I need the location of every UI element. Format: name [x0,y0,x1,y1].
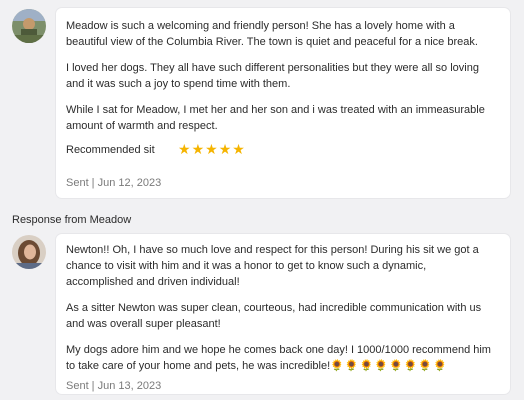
recommended-label: Recommended sit [66,144,155,156]
star-rating: ★★★★★ [178,141,246,159]
response-heading: Response from Meadow [12,214,132,226]
review-paragraph: I loved her dogs. They all have such dif… [66,62,479,90]
sunflower-emoji-row: 🌻🌻🌻🌻🌻🌻🌻🌻 [330,360,448,372]
reviewer-avatar [12,9,46,43]
sent-date: Sent | Jun 13, 2023 [66,380,162,392]
review-paragraph: While I sat for Meadow, I met her and he… [66,104,485,132]
response-paragraph: Newton!! Oh, I have so much love and res… [66,244,479,288]
star-icon: ★ [205,141,219,157]
star-icon: ★ [232,141,246,157]
review-card: Meadow is such a welcoming and friendly … [56,8,510,198]
star-icon: ★ [191,141,206,157]
review-paragraph: Meadow is such a welcoming and friendly … [66,20,478,48]
sent-date: Sent | Jun 12, 2023 [66,177,162,189]
response-paragraph: My dogs adore him and we hope he comes b… [66,342,496,374]
recommended-row: Recommended sit ★★★★★ [66,141,246,159]
star-icon: ★ [218,141,233,157]
response-card: Newton!! Oh, I have so much love and res… [56,234,510,394]
response-paragraph: As a sitter Newton was super clean, cour… [66,302,482,330]
star-icon: ★ [178,141,192,157]
responder-avatar [12,235,46,269]
